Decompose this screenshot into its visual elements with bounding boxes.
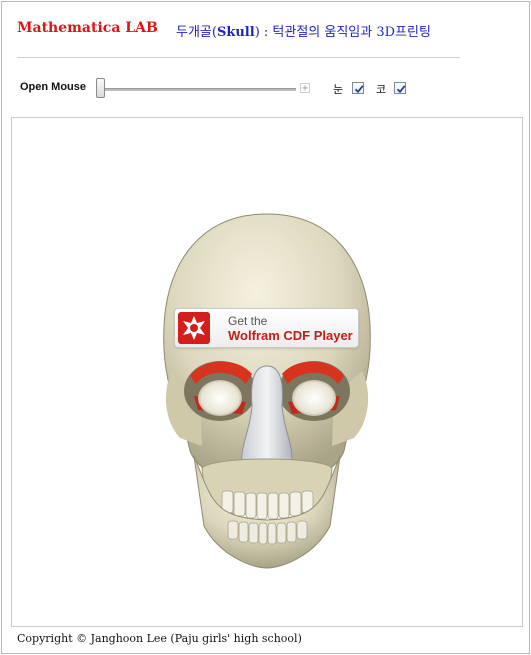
title-bold: Skull — [216, 25, 255, 40]
brand-title: Mathematica LAB — [17, 20, 158, 36]
3d-viewport[interactable]: Get the Wolfram CDF Player — [11, 117, 523, 627]
get-cdf-player-banner[interactable]: Get the Wolfram CDF Player — [174, 308, 359, 348]
page-title: 두개골(Skull) : 턱관절의 움직임과 3D프린팅 — [176, 21, 431, 40]
cdf-product-text: Wolfram CDF Player — [228, 328, 353, 343]
eye-checkbox-label: 눈 — [333, 83, 344, 96]
nose-checkbox-label: 코 — [376, 83, 387, 96]
wolfram-spikey-icon — [178, 312, 210, 344]
title-prefix: 두개골( — [176, 25, 217, 40]
open-mouse-label: Open Mouse — [20, 81, 87, 93]
checkmark-icon — [396, 85, 406, 94]
cdf-get-text: Get the — [228, 314, 268, 328]
nose-checkbox[interactable] — [394, 82, 406, 94]
open-mouse-slider-track[interactable] — [102, 88, 296, 91]
title-suffix: ) : 턱관절의 움직임과 3D프린팅 — [254, 25, 431, 40]
slider-expand-icon[interactable]: + — [300, 83, 310, 94]
app-frame: Mathematica LAB 두개골(Skull) : 턱관절의 움직임과 3… — [1, 1, 530, 654]
header-divider — [17, 57, 460, 58]
skull-3d-model[interactable] — [142, 206, 392, 576]
eye-checkbox[interactable] — [352, 82, 364, 94]
checkmark-icon — [354, 85, 364, 94]
open-mouse-slider-thumb[interactable] — [96, 78, 105, 98]
copyright-footer: Copyright © Janghoon Lee (Paju girls' hi… — [17, 632, 302, 645]
